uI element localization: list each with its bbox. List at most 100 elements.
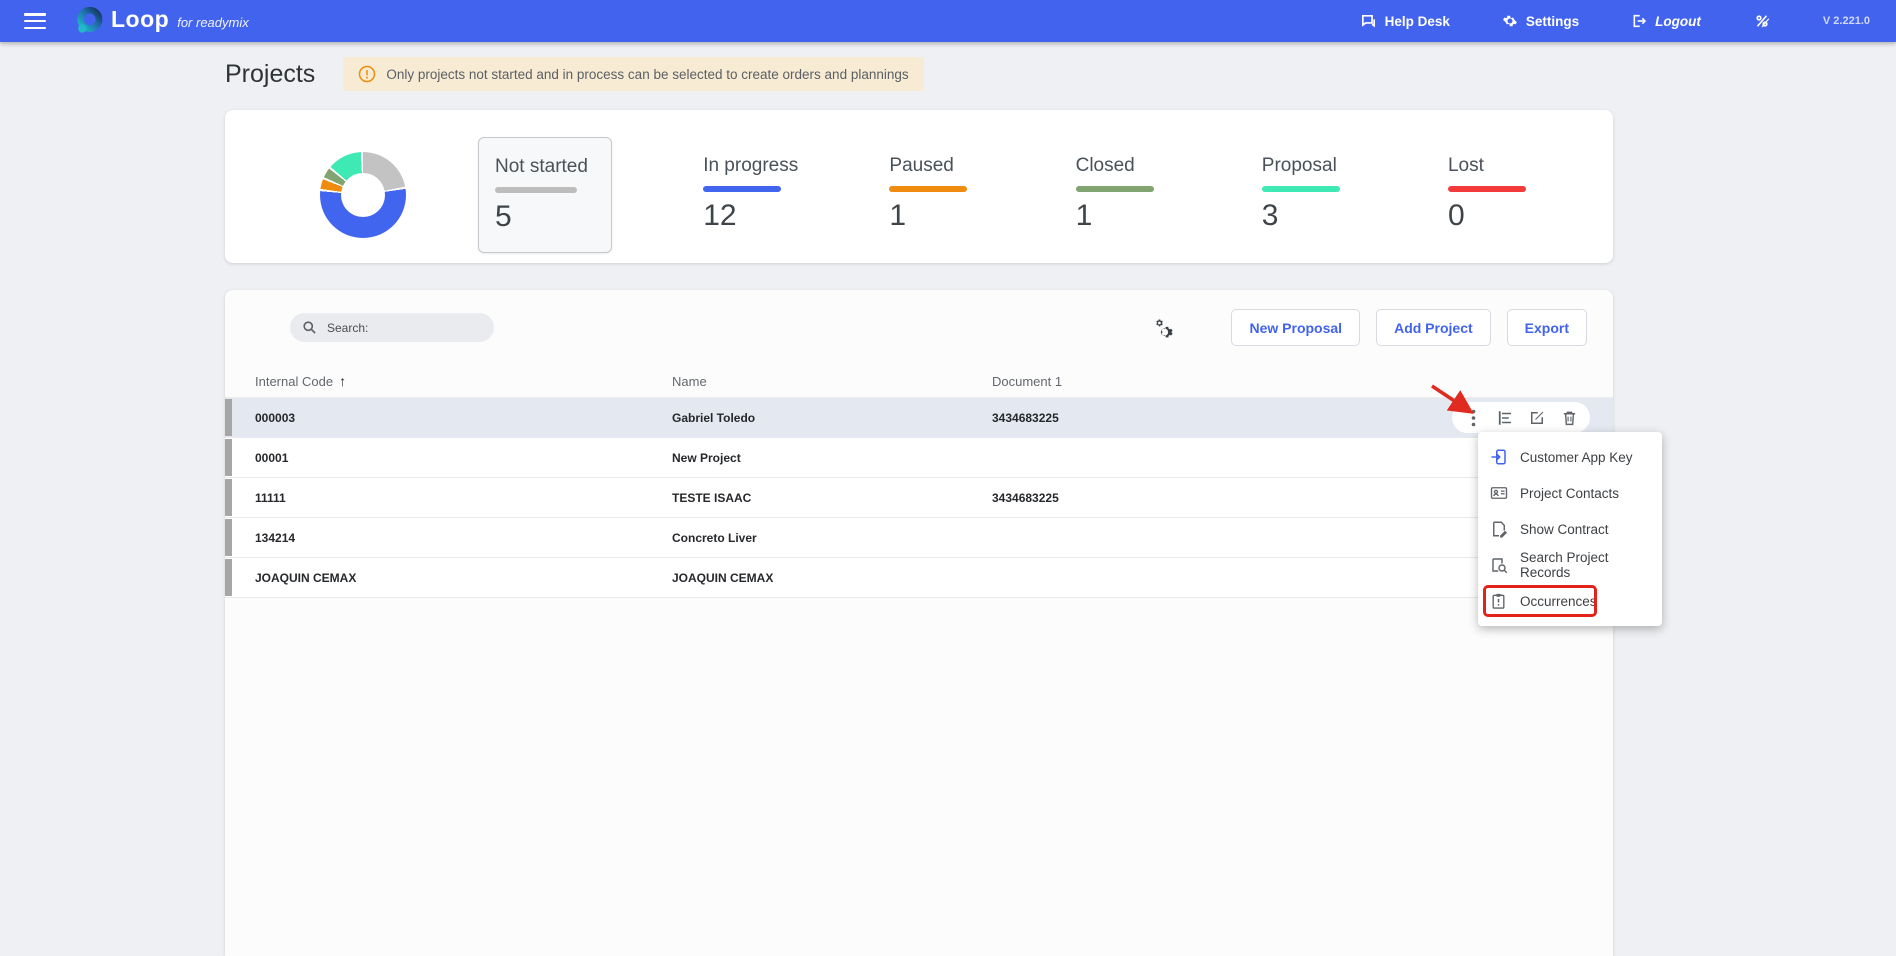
cell-internal-code: 11111: [255, 491, 672, 505]
row-edit-button[interactable]: [1528, 409, 1546, 427]
cell-internal-code: 000003: [255, 411, 672, 425]
menu-hamburger-icon[interactable]: [24, 13, 46, 29]
top-navbar: Loop for readymix Help Desk Settings: [0, 0, 1896, 42]
status-card-paused[interactable]: Paused 1: [889, 110, 984, 263]
gear-icon: [1502, 13, 1518, 29]
contacts-icon: [1490, 484, 1508, 502]
row-status-accent: [225, 559, 232, 596]
search-box[interactable]: [290, 313, 494, 342]
settings-button[interactable]: Settings: [1502, 13, 1579, 29]
menu-item-occurrences[interactable]: Occurrences: [1478, 583, 1662, 619]
cell-internal-code: 00001: [255, 451, 672, 465]
table-toolbar: New Proposal Add Project Export: [225, 290, 1613, 365]
help-desk-label: Help Desk: [1385, 14, 1450, 29]
add-project-button[interactable]: Add Project: [1376, 309, 1491, 346]
menu-item-show-contract[interactable]: Show Contract: [1478, 511, 1662, 547]
export-button[interactable]: Export: [1507, 309, 1587, 346]
loop-logo-icon: [74, 6, 104, 36]
status-underline: [1448, 186, 1526, 192]
row-more-options-button[interactable]: [1464, 409, 1482, 427]
status-summary-card: Not started5In progress12Paused1Closed1P…: [225, 110, 1613, 263]
row-context-menu: Customer App Key Project Contacts Show Con…: [1478, 432, 1662, 626]
status-count: 0: [1448, 199, 1543, 233]
status-card-not-started[interactable]: Not started 5: [478, 137, 612, 253]
column-header-document[interactable]: Document 1: [992, 374, 1613, 389]
table-settings-gears-icon[interactable]: [1153, 317, 1175, 339]
row-delete-button[interactable]: [1560, 409, 1578, 427]
status-underline: [495, 187, 577, 193]
status-label: Proposal: [1262, 155, 1357, 177]
projects-donut-chart: [320, 152, 406, 238]
row-planning-button[interactable]: [1496, 409, 1514, 427]
help-desk-button[interactable]: Help Desk: [1360, 13, 1450, 30]
row-status-accent: [225, 479, 232, 516]
table-row[interactable]: 11111TESTE ISAAC3434683225: [225, 478, 1613, 518]
help-desk-chat-icon: [1360, 13, 1377, 30]
page-title: Projects: [225, 60, 315, 89]
logout-icon: [1631, 13, 1647, 29]
brand-logo: Loop for readymix: [74, 6, 249, 36]
app-key-icon: [1490, 448, 1508, 466]
status-label: Lost: [1448, 155, 1543, 177]
table-body: 000003Gabriel Toledo343468322500001New P…: [225, 398, 1613, 598]
menu-item-project-contacts[interactable]: Project Contacts: [1478, 475, 1662, 511]
menu-item-label: Occurrences: [1520, 594, 1597, 609]
occurrences-icon: [1490, 592, 1508, 610]
cell-name: Concreto Liver: [672, 531, 992, 545]
menu-item-label: Project Contacts: [1520, 486, 1619, 501]
search-icon: [302, 320, 317, 335]
status-count: 1: [1076, 199, 1171, 233]
cell-internal-code: 134214: [255, 531, 672, 545]
sort-ascending-icon[interactable]: ↑: [339, 373, 346, 389]
logout-button[interactable]: Logout: [1631, 13, 1701, 29]
status-count: 5: [495, 200, 595, 234]
status-underline: [889, 186, 967, 192]
settings-label: Settings: [1526, 14, 1579, 29]
app-version: V 2.221.0: [1823, 15, 1870, 27]
cell-name: TESTE ISAAC: [672, 491, 992, 505]
table-header: Internal Code ↑ Name Document 1: [225, 365, 1613, 398]
table-row[interactable]: JOAQUIN CEMAXJOAQUIN CEMAX: [225, 558, 1613, 598]
column-header-name[interactable]: Name: [672, 374, 992, 389]
search-input[interactable]: [327, 321, 467, 335]
table-row[interactable]: 00001New Project: [225, 438, 1613, 478]
table-row[interactable]: 134214Concreto Liver: [225, 518, 1613, 558]
alert-text: Only projects not started and in process…: [386, 67, 908, 82]
projects-table-card: New Proposal Add Project Export Internal…: [225, 290, 1613, 956]
status-count: 1: [889, 199, 984, 233]
menu-item-label: Search Project Records: [1520, 550, 1650, 580]
brand-suffix: for readymix: [177, 15, 249, 30]
menu-item-search-project-records[interactable]: Search Project Records: [1478, 547, 1662, 583]
info-alert: Only projects not started and in process…: [343, 57, 923, 91]
status-underline: [1262, 186, 1340, 192]
row-status-accent: [225, 439, 232, 476]
status-card-in-progress[interactable]: In progress12: [703, 110, 798, 263]
row-status-accent: [225, 519, 232, 556]
brand-name: Loop: [111, 6, 169, 33]
alert-warning-icon: [358, 65, 376, 83]
cell-internal-code: JOAQUIN CEMAX: [255, 571, 672, 585]
status-label: Paused: [889, 155, 984, 177]
status-card-closed[interactable]: Closed 1: [1076, 110, 1171, 263]
status-card-proposal[interactable]: Proposal 3: [1262, 110, 1357, 263]
status-count: 3: [1262, 199, 1357, 233]
status-label: Closed: [1076, 155, 1171, 177]
status-underline: [1076, 186, 1154, 192]
status-summary-row: Not started5In progress12Paused1Closed1P…: [478, 110, 1543, 263]
row-status-accent: [225, 399, 232, 436]
new-proposal-button[interactable]: New Proposal: [1231, 309, 1360, 346]
status-label: Not started: [495, 156, 595, 178]
row-actions: [1452, 402, 1590, 433]
cell-name: New Project: [672, 451, 992, 465]
search-records-icon: [1490, 556, 1508, 574]
menu-item-label: Customer App Key: [1520, 450, 1633, 465]
percent-off-icon[interactable]: [1753, 12, 1771, 30]
status-underline: [703, 186, 781, 192]
status-card-lost[interactable]: Lost 0: [1448, 110, 1543, 263]
table-row[interactable]: 000003Gabriel Toledo3434683225: [225, 398, 1613, 438]
menu-item-label: Show Contract: [1520, 522, 1609, 537]
column-header-internal-code[interactable]: Internal Code ↑: [255, 373, 672, 389]
cell-name: Gabriel Toledo: [672, 411, 992, 425]
menu-item-customer-app-key[interactable]: Customer App Key: [1478, 439, 1662, 475]
contract-icon: [1490, 520, 1508, 538]
